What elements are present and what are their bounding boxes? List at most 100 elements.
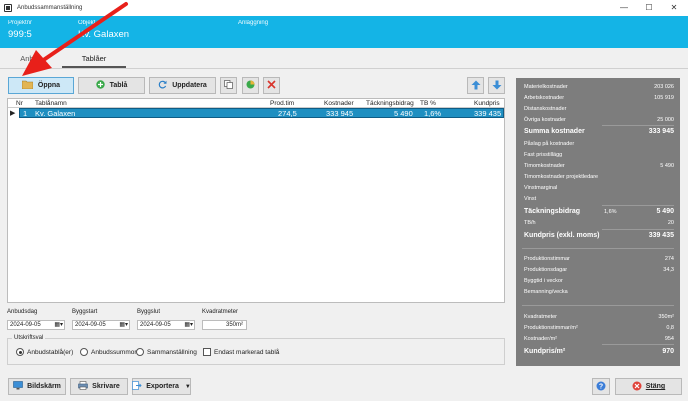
summary-rule — [602, 229, 674, 230]
copy-button[interactable] — [220, 77, 237, 94]
table-row[interactable]: ▶ 1 Kv. Galaxen 274,5 333 945 5 490 1,6%… — [8, 108, 504, 118]
anbudsdag-value: 2024-09-05 — [10, 322, 41, 328]
summary-prodtim-m2: Produktionstimmar/m² 0,8 — [524, 325, 674, 331]
summary-kvm: Kvadratmeter 350m² — [524, 314, 674, 320]
summary-panel: Materielkostnader 203 026 Arbetskostnader… — [516, 78, 680, 366]
calendar-icon[interactable]: ▦▾ — [119, 321, 128, 329]
col-name[interactable]: Tablånamn — [35, 100, 67, 107]
col-tbp[interactable]: TB % — [420, 100, 436, 107]
title-bar: Anbudssammanställning — ☐ ✕ — [0, 0, 688, 16]
tab-strip: Anbu Tablåer — [0, 48, 688, 68]
refresh-icon — [158, 80, 167, 91]
byggslut-field[interactable]: 2024-09-05 ▦▾ — [137, 320, 195, 330]
minimize-icon[interactable]: — — [612, 0, 636, 16]
summary-distanskostnader: Distanskostnader — [524, 106, 567, 112]
project-header: Projektnr 999:5 Objekt Kv. Galaxen Anläg… — [0, 16, 688, 48]
anbudsdag-label: Anbudsdag — [7, 309, 38, 315]
open-button[interactable]: Öppna — [8, 77, 74, 94]
calendar-icon[interactable]: ▦▾ — [184, 321, 193, 329]
close-button-label: Stäng — [645, 383, 666, 390]
col-nr[interactable]: Nr — [16, 100, 23, 107]
chevron-down-icon: ▼ — [184, 383, 191, 390]
chart-button[interactable] — [242, 77, 259, 94]
tab-tablaer[interactable]: Tablåer — [62, 52, 126, 68]
anbudsdag-field[interactable]: 2024-09-05 ▦▾ — [7, 320, 65, 330]
radio-selected-icon — [16, 348, 24, 356]
app-icon — [4, 4, 12, 12]
radio-anbudstabla[interactable]: Anbudstablå(er) — [16, 348, 73, 356]
radio-icon — [136, 348, 144, 356]
checkbox-icon — [203, 348, 211, 356]
help-icon: ? — [596, 381, 606, 393]
summary-ovriga: Övriga kostnader 25 000 — [524, 117, 674, 123]
summary-rule — [602, 125, 674, 126]
byggstart-field[interactable]: 2024-09-05 ▦▾ — [72, 320, 130, 330]
folder-icon — [21, 80, 34, 91]
print-options-legend: Utskriftsval — [12, 335, 46, 341]
maximize-icon[interactable]: ☐ — [637, 0, 661, 16]
summary-summa: Summa kostnader 333 945 — [524, 128, 674, 135]
help-button[interactable]: ? — [592, 378, 610, 395]
tabla-button[interactable]: Tablå — [78, 77, 145, 94]
delete-button[interactable] — [263, 77, 280, 94]
arrow-up-icon — [471, 80, 481, 92]
screen-button[interactable]: Bildskärm — [8, 378, 66, 395]
summary-rule — [602, 205, 674, 206]
facility-label: Anläggning — [238, 20, 269, 26]
update-button-label: Uppdatera — [172, 82, 207, 89]
close-circle-icon — [632, 381, 642, 393]
summary-fast: Fast prisstillägg — [524, 152, 563, 158]
export-button-label: Exportera — [146, 383, 179, 390]
cell-kundpris: 339 435 — [474, 109, 502, 118]
open-button-label: Öppna — [37, 82, 61, 89]
summary-timomk-proj: Timomkostnader projektledare — [524, 174, 599, 180]
printer-icon — [78, 381, 88, 392]
summary-kost-m2: Kostnader/m² 954 — [524, 336, 674, 342]
checkbox-endast-markerad-label: Endast markerad tablå — [214, 348, 280, 356]
byggslut-value: 2024-09-05 — [140, 322, 171, 328]
update-button[interactable]: Uppdatera — [149, 77, 216, 94]
summary-divider — [522, 248, 674, 249]
checkbox-endast-markerad[interactable]: Endast markerad tablå — [203, 348, 279, 356]
col-prodtim[interactable]: Prod.tim — [270, 100, 294, 107]
close-button[interactable]: Stäng — [615, 378, 682, 395]
radio-anbudssummor[interactable]: Anbudssummor — [80, 348, 137, 356]
delete-icon — [267, 80, 276, 91]
cell-name: Kv. Galaxen — [35, 109, 76, 118]
row-pointer-icon: ▶ — [10, 110, 16, 117]
move-up-button[interactable] — [467, 77, 484, 94]
summary-rule — [602, 344, 674, 345]
summary-kundpris: Kundpris (exkl. moms) 339 435 — [524, 232, 674, 239]
kvadratmeter-field[interactable]: 350m² — [202, 320, 247, 330]
summary-materielkostnader: Materielkostnader 203 026 — [524, 84, 674, 90]
add-icon — [95, 80, 105, 91]
calendar-icon[interactable]: ▦▾ — [54, 321, 63, 329]
radio-sammanstallning[interactable]: Sammanställning — [136, 348, 197, 356]
summary-vinst: Vinst — [524, 196, 537, 202]
tabla-grid[interactable]: Nr Tablånamn Prod.tim Kostnader Täckning… — [7, 98, 505, 303]
close-icon[interactable]: ✕ — [662, 0, 686, 16]
col-kostnader[interactable]: Kostnader — [324, 100, 354, 107]
facility-block: Anläggning — [238, 20, 268, 26]
grid-header: Nr Tablånamn Prod.tim Kostnader Täckning… — [8, 99, 504, 108]
export-button[interactable]: Exportera ▼ — [132, 378, 191, 395]
summary-kundpris-m2: Kundpris/m² 970 — [524, 348, 674, 355]
object-label: Objekt — [78, 20, 96, 26]
cell-nr: 1 — [23, 109, 28, 118]
tab-anbud[interactable]: Anbu — [14, 52, 44, 68]
printer-button[interactable]: Skrivare — [70, 378, 128, 395]
project-number-value: 999:5 — [8, 29, 32, 40]
kvadratmeter-label: Kvadratmeter — [202, 309, 239, 315]
summary-bemanning: Bemanning/vecka — [524, 289, 568, 295]
col-tb[interactable]: Täckningsbidrag — [366, 100, 414, 107]
radio-anbudstabla-label: Anbudstablå(er) — [27, 348, 74, 356]
summary-tb: Täckningsbidrag 1,6% 5 490 — [524, 208, 674, 215]
col-kundpris[interactable]: Kundpris — [474, 100, 500, 107]
window-title: Anbudssammanställning — [17, 5, 83, 11]
tab-divider — [0, 68, 688, 69]
move-down-button[interactable] — [488, 77, 505, 94]
summary-prodtimmar: Produktionstimmar 274 — [524, 256, 674, 262]
summary-divider — [522, 305, 674, 306]
summary-timomk: Timomkostnader 5 490 — [524, 163, 674, 169]
cell-prodtim: 274,5 — [278, 109, 297, 118]
